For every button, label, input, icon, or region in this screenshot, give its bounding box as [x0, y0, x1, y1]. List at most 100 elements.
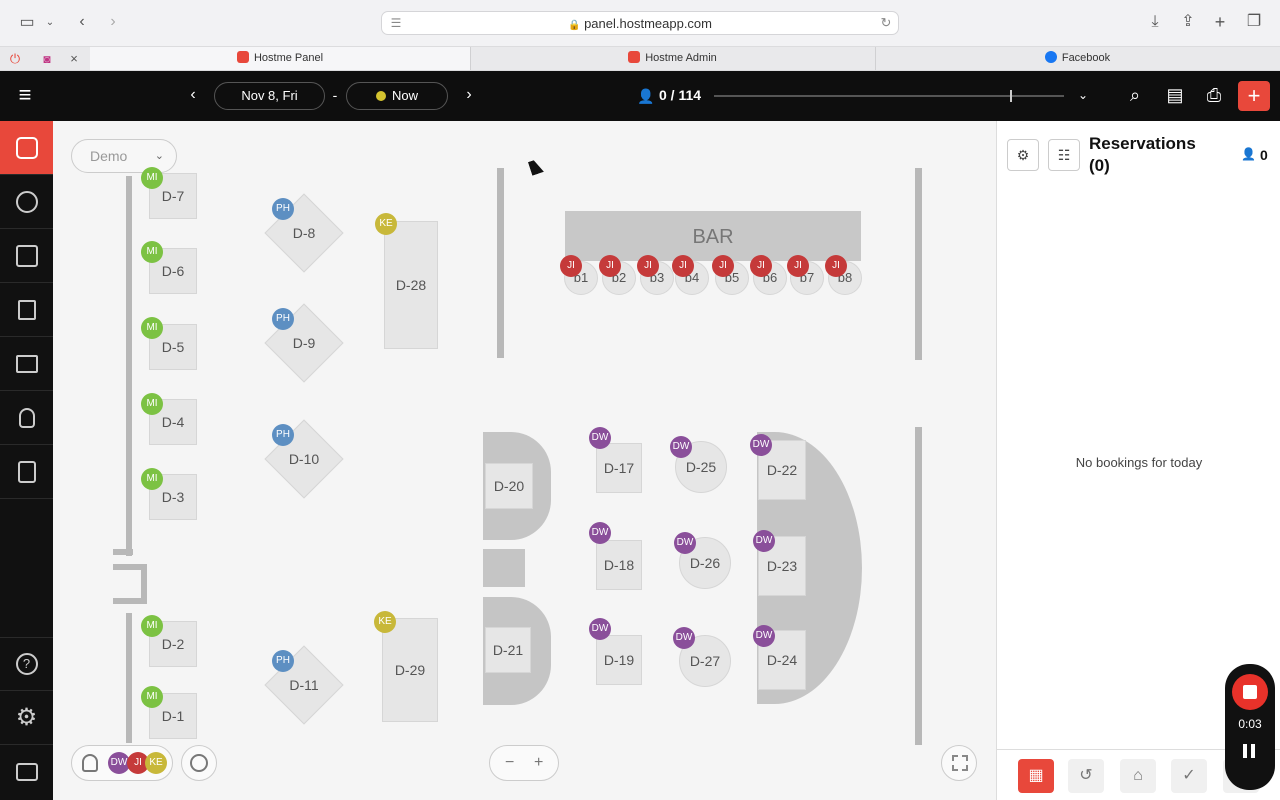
server-pin-icon: [82, 754, 98, 772]
gear-icon: ⚙: [1016, 147, 1030, 163]
server-badge: JI: [825, 255, 847, 277]
clock-icon: [190, 754, 208, 772]
menu-icon[interactable]: ≡: [12, 83, 38, 107]
browser-toolbar: ▭ ⌄ ‹ › ☰ 🔒 panel.hostmeapp.com ↻ ⤓ ⇪ + …: [0, 0, 1280, 46]
address-bar[interactable]: ☰ 🔒 panel.hostmeapp.com ↻: [381, 11, 899, 35]
server-badge: JI: [672, 255, 694, 277]
table-d-17[interactable]: D-17: [596, 443, 642, 493]
app-header: ≡ ‹ Nov 8, Fri - Now › 👤 0 / 114 ⌄ ⌕ ▤ ⎙: [0, 71, 1280, 121]
stop-icon: [1243, 685, 1257, 699]
pause-recording-button[interactable]: [1240, 744, 1260, 760]
recording-timer: 0:03: [1238, 717, 1262, 731]
reload-icon[interactable]: ↻: [878, 13, 894, 33]
server-badge: DW: [673, 627, 695, 649]
search-icon[interactable]: ⌕: [1123, 83, 1147, 107]
tab-facebook[interactable]: Facebook: [875, 47, 1280, 70]
server-badge: PH: [272, 198, 294, 220]
new-tab-icon[interactable]: +: [1210, 12, 1230, 32]
footer-calendar-button[interactable]: ▦: [1018, 759, 1054, 793]
table-d-20[interactable]: D-20: [485, 463, 533, 509]
server-badge: DW: [589, 618, 611, 640]
instagram-pinned-icon[interactable]: ◙: [38, 49, 56, 69]
sidebar-toggle-icon[interactable]: ▭: [16, 13, 38, 33]
reservation-settings-button[interactable]: ⚙: [1007, 139, 1039, 171]
layout-icon[interactable]: ▤: [1163, 83, 1187, 107]
hostme-icon: [236, 51, 249, 63]
forward-icon[interactable]: ›: [103, 12, 123, 32]
legend-badge-ke: KE: [145, 752, 167, 774]
footer-checked-button[interactable]: ✓: [1171, 759, 1207, 793]
clock-icon: [15, 190, 38, 213]
badge-icon: [17, 460, 36, 483]
back-icon[interactable]: ‹: [72, 12, 92, 32]
check-bookmark-icon: ✓: [1182, 767, 1196, 784]
sidebar-item-staff[interactable]: [0, 445, 53, 499]
wall: [113, 549, 133, 555]
server-badge: JI: [712, 255, 734, 277]
screen-recording-widget: 0:03: [1225, 664, 1275, 790]
sidebar-item-reservations[interactable]: [0, 229, 53, 283]
reservations-title: Reservations (0): [1089, 134, 1196, 175]
close-tab-icon[interactable]: ×: [66, 49, 82, 69]
download-icon[interactable]: ⤓: [1145, 12, 1165, 32]
table-d-21[interactable]: D-21: [485, 627, 531, 673]
reservation-filter-button[interactable]: ☷: [1048, 139, 1080, 171]
timeline-slider[interactable]: [714, 90, 1064, 102]
guest-count: 0 / 114: [659, 87, 702, 103]
time-dot-icon: [375, 91, 386, 101]
url-text: panel.hostmeapp.com: [584, 16, 712, 31]
server-badge: PH: [272, 650, 294, 672]
chevron-down-icon[interactable]: ⌄: [1073, 83, 1093, 107]
date-time-separator: -: [332, 87, 338, 103]
hostme-icon: [628, 51, 641, 63]
server-badge: DW: [753, 625, 775, 647]
server-badge: DW: [670, 436, 692, 458]
tab-overview-icon[interactable]: ❐: [1244, 12, 1264, 32]
guest-pin-icon: [18, 407, 35, 428]
sidebar-item-waitlist[interactable]: [0, 175, 53, 229]
date-picker[interactable]: Nov 8, Fri: [214, 82, 325, 110]
sidebar-item-chat[interactable]: [0, 745, 53, 799]
print-icon[interactable]: ⎙: [1202, 83, 1226, 107]
sidebar-item-settings[interactable]: ⚙: [0, 691, 53, 745]
chevron-down-icon[interactable]: ⌄: [42, 13, 58, 33]
zoom-control: − +: [489, 745, 559, 781]
hostme-pinned-icon[interactable]: ⏻: [6, 49, 24, 69]
floor-selector[interactable]: Demo ⌄: [71, 139, 177, 173]
reservations-guest-total: 0: [1260, 147, 1268, 163]
server-legend[interactable]: DW JI KE: [71, 745, 173, 781]
fullscreen-button[interactable]: [941, 745, 977, 781]
calendar-icon: [15, 244, 38, 267]
sidebar-item-tables[interactable]: [0, 337, 53, 391]
history-button[interactable]: [181, 745, 217, 781]
timeline-handle[interactable]: [1010, 90, 1012, 102]
tab-hostme-panel[interactable]: Hostme Panel: [90, 47, 470, 70]
server-badge: DW: [750, 434, 772, 456]
zoom-out-button[interactable]: −: [505, 746, 514, 780]
pause-icon: [1243, 744, 1247, 758]
server-badge: MI: [141, 393, 163, 415]
table-d-19[interactable]: D-19: [596, 635, 642, 685]
facebook-icon: [1044, 51, 1057, 63]
footer-history-button[interactable]: ↺: [1068, 759, 1104, 793]
stop-recording-button[interactable]: [1232, 674, 1268, 710]
prev-date-icon[interactable]: ‹: [183, 83, 203, 107]
server-badge: JI: [560, 255, 582, 277]
zoom-in-button[interactable]: +: [534, 746, 543, 780]
table-d-28[interactable]: D-28: [384, 221, 438, 349]
footer-seat-button[interactable]: ⌂: [1120, 759, 1156, 793]
sidebar-item-orders[interactable]: [0, 283, 53, 337]
next-date-icon[interactable]: ›: [459, 83, 479, 107]
history-icon: ↺: [1079, 767, 1093, 784]
sidebar-item-floor[interactable]: [0, 121, 53, 175]
sidebar-item-guests[interactable]: [0, 391, 53, 445]
server-badge: MI: [141, 317, 163, 339]
server-badge: MI: [141, 241, 163, 263]
sidebar-item-help[interactable]: ?: [0, 637, 53, 691]
tab-hostme-admin[interactable]: Hostme Admin: [470, 47, 875, 70]
share-icon[interactable]: ⇪: [1178, 12, 1198, 32]
add-reservation-button[interactable]: +: [1238, 81, 1270, 111]
time-picker[interactable]: Now: [346, 82, 448, 110]
table-d-29[interactable]: D-29: [382, 618, 438, 722]
table-d-18[interactable]: D-18: [596, 540, 642, 590]
